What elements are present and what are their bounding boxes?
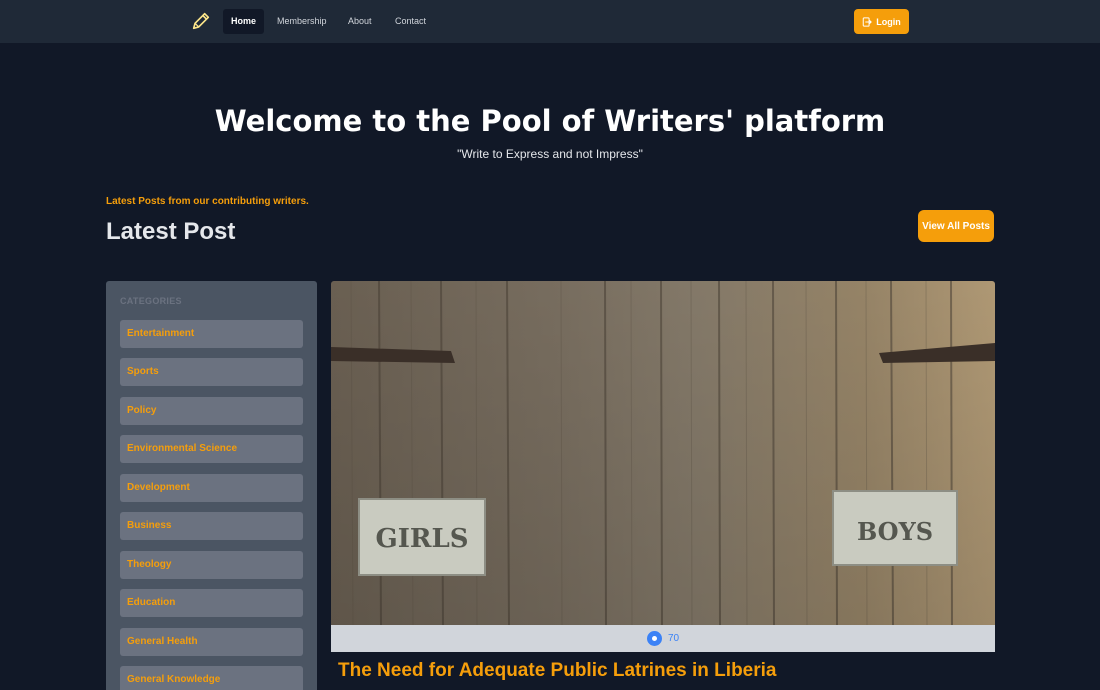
categories-heading: CATEGORIES <box>120 296 182 306</box>
eye-icon <box>646 631 662 646</box>
post-title-link[interactable]: The Need for Adequate Public Latrines in… <box>338 660 776 682</box>
pencil-icon[interactable] <box>190 10 212 32</box>
login-label: Login <box>876 16 901 27</box>
latest-title: Latest Post <box>106 218 236 245</box>
category-item[interactable]: Sports <box>120 358 303 386</box>
category-item[interactable]: Policy <box>120 397 303 425</box>
hero-title: Welcome to the Pool of Writers' platform <box>214 104 886 138</box>
category-item[interactable]: Environmental Science <box>120 435 303 463</box>
category-item[interactable]: Education <box>120 589 303 617</box>
category-item[interactable]: Development <box>120 474 303 502</box>
girls-sign: GIRLS <box>375 524 468 554</box>
boys-sign: BOYS <box>857 517 933 546</box>
view-count: 70 <box>667 633 680 644</box>
post-meta-bar: 70 <box>331 625 995 652</box>
view-all-posts-button[interactable]: View All Posts <box>918 210 994 242</box>
post-image[interactable]: GIRLS BOYS <box>331 281 995 625</box>
nav-about[interactable]: About <box>340 9 380 34</box>
category-item[interactable]: Entertainment <box>120 320 303 348</box>
category-item[interactable]: General Knowledge <box>120 666 303 690</box>
categories-sidebar: CATEGORIES Entertainment Sports Policy E… <box>106 281 317 690</box>
category-item[interactable]: Business <box>120 512 303 540</box>
category-item[interactable]: General Health <box>120 628 303 656</box>
latest-eyebrow: Latest Posts from our contributing write… <box>106 196 309 207</box>
nav-home[interactable]: Home <box>223 9 265 34</box>
login-button[interactable]: Login <box>854 9 909 34</box>
login-icon <box>863 16 873 27</box>
navbar: Home Membership About Contact Login <box>0 0 1100 43</box>
post-photo: GIRLS BOYS <box>331 281 995 625</box>
hero-subtitle: "Write to Express and not Impress" <box>457 147 643 161</box>
nav-contact[interactable]: Contact <box>387 9 434 34</box>
nav-membership[interactable]: Membership <box>269 9 335 34</box>
category-item[interactable]: Theology <box>120 551 303 579</box>
